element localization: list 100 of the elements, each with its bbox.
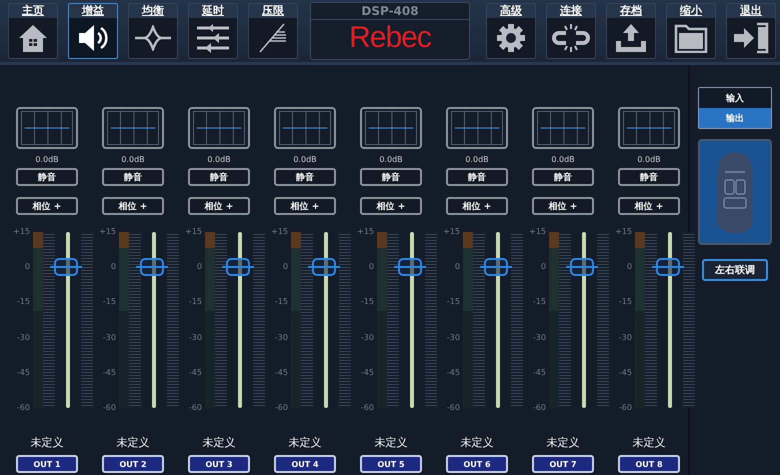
channel-name: 未定义 bbox=[30, 435, 64, 450]
scale-label: 0 bbox=[24, 262, 30, 272]
phase-button[interactable]: 相位 + bbox=[16, 197, 78, 215]
eq-graph-drawing[interactable] bbox=[188, 107, 250, 149]
scale-label: +15 bbox=[443, 227, 460, 237]
mute-button[interactable]: 静音 bbox=[360, 168, 422, 186]
phase-button[interactable]: 相位 + bbox=[188, 197, 250, 215]
phase-button[interactable]: 相位 + bbox=[102, 197, 164, 215]
settings-icon bbox=[496, 23, 526, 53]
nav-tab[interactable]: 增益 bbox=[68, 3, 118, 59]
scale-label: 0 bbox=[196, 262, 202, 272]
phase-button[interactable]: 相位 + bbox=[532, 197, 594, 215]
device-model: DSP-408 bbox=[311, 3, 469, 20]
mute-button[interactable]: 静音 bbox=[16, 168, 78, 186]
gain-value: 0.0dB bbox=[35, 155, 59, 165]
eq-graph-drawing[interactable] bbox=[360, 107, 422, 149]
output-button[interactable]: OUT 1 bbox=[16, 455, 78, 473]
nav-tab[interactable]: 压限 bbox=[248, 3, 298, 59]
output-button[interactable]: OUT 8 bbox=[618, 455, 680, 473]
output-button[interactable]: OUT 7 bbox=[532, 455, 594, 473]
scale-label: -60 bbox=[102, 402, 116, 413]
nav-tab[interactable]: 退出 bbox=[726, 3, 776, 59]
sliders-icon bbox=[195, 23, 231, 53]
phase-button[interactable]: 相位 + bbox=[446, 197, 508, 215]
nav-tab[interactable]: 均衡 bbox=[128, 3, 178, 59]
scale-label: +15 bbox=[357, 227, 374, 237]
nav-tab[interactable]: 主页 bbox=[8, 3, 58, 59]
folder-icon bbox=[674, 23, 708, 53]
scale-label: -45 bbox=[274, 368, 288, 378]
scale-label: 0 bbox=[282, 262, 288, 272]
link-button[interactable]: 左右联调 bbox=[702, 259, 768, 281]
mute-button[interactable]: 静音 bbox=[618, 168, 680, 186]
upload-tray-icon bbox=[614, 23, 648, 53]
scale-label: -60 bbox=[274, 402, 288, 413]
scale-label: -60 bbox=[446, 402, 460, 413]
scale-label: +15 bbox=[615, 227, 632, 237]
scale-label: -60 bbox=[360, 402, 374, 413]
scale-label: +15 bbox=[271, 227, 288, 237]
scale-label: +15 bbox=[529, 227, 546, 237]
scale-label: -60 bbox=[532, 402, 546, 413]
phase-button[interactable]: 相位 + bbox=[618, 197, 680, 215]
channel-name: 未定义 bbox=[632, 435, 666, 450]
eq-graph-drawing[interactable] bbox=[446, 107, 508, 149]
scale-label: -45 bbox=[446, 368, 460, 378]
gain-value: 0.0dB bbox=[207, 155, 231, 165]
scale-label: -30 bbox=[188, 332, 202, 343]
scale-label: -30 bbox=[446, 332, 460, 343]
nav-tab[interactable]: 存档 bbox=[606, 3, 656, 59]
channel-name: 未定义 bbox=[202, 435, 236, 450]
phase-button[interactable]: 相位 + bbox=[360, 197, 422, 215]
scale-label: 0 bbox=[626, 262, 632, 272]
channel-name: 未定义 bbox=[374, 435, 408, 450]
mute-button[interactable]: 静音 bbox=[102, 168, 164, 186]
scale-label: +15 bbox=[13, 227, 30, 237]
scale-label: -30 bbox=[532, 332, 546, 343]
exit-door-icon bbox=[733, 22, 769, 54]
nav-tab[interactable]: 缩小 bbox=[666, 3, 716, 59]
gain-value: 0.0dB bbox=[637, 155, 661, 165]
channel-name: 未定义 bbox=[116, 435, 150, 450]
eq-graph-drawing[interactable] bbox=[274, 107, 336, 149]
scale-label: -15 bbox=[360, 297, 374, 308]
channel-name: 未定义 bbox=[546, 435, 580, 450]
scale-label: -30 bbox=[274, 332, 288, 343]
scale-label: -45 bbox=[360, 368, 374, 378]
output-button[interactable]: OUT 2 bbox=[102, 455, 164, 473]
mute-button[interactable]: 静音 bbox=[188, 168, 250, 186]
mode-tab[interactable]: 输出 bbox=[699, 108, 771, 128]
scale-label: 0 bbox=[110, 262, 116, 272]
limiter-curve-icon bbox=[258, 23, 288, 53]
phase-button[interactable]: 相位 + bbox=[274, 197, 336, 215]
scale-label: -15 bbox=[274, 297, 288, 308]
gain-value: 0.0dB bbox=[465, 155, 489, 165]
eq-graph-drawing[interactable] bbox=[618, 107, 680, 149]
output-button[interactable]: OUT 5 bbox=[360, 455, 422, 473]
eq-graph-drawing[interactable] bbox=[532, 107, 594, 149]
channel-name: 未定义 bbox=[460, 435, 494, 450]
nav-tab[interactable]: 高级 bbox=[486, 3, 536, 59]
diamond-curve-icon bbox=[134, 25, 172, 51]
eq-graph-drawing[interactable] bbox=[102, 107, 164, 149]
mute-button[interactable]: 静音 bbox=[532, 168, 594, 186]
nav-tab[interactable]: 延时 bbox=[188, 3, 238, 59]
eq-graph-drawing[interactable] bbox=[16, 107, 78, 149]
scale-label: 0 bbox=[454, 262, 460, 272]
gain-value: 0.0dB bbox=[379, 155, 403, 165]
gain-value: 0.0dB bbox=[293, 155, 317, 165]
nav-tab[interactable]: 连接 bbox=[546, 3, 596, 59]
mute-button[interactable]: 静音 bbox=[446, 168, 508, 186]
scale-label: -15 bbox=[446, 297, 460, 308]
scale-label: 0 bbox=[540, 262, 546, 272]
scale-label: -60 bbox=[618, 402, 632, 413]
scale-label: -45 bbox=[16, 368, 30, 378]
scale-label: -60 bbox=[188, 402, 202, 413]
scale-label: -30 bbox=[360, 332, 374, 343]
scale-label: -15 bbox=[102, 297, 116, 308]
output-button[interactable]: OUT 3 bbox=[188, 455, 250, 473]
brand-logo: Rebec bbox=[349, 20, 431, 56]
output-button[interactable]: OUT 6 bbox=[446, 455, 508, 473]
output-button[interactable]: OUT 4 bbox=[274, 455, 336, 473]
scale-label: -15 bbox=[16, 297, 30, 308]
mute-button[interactable]: 静音 bbox=[274, 168, 336, 186]
